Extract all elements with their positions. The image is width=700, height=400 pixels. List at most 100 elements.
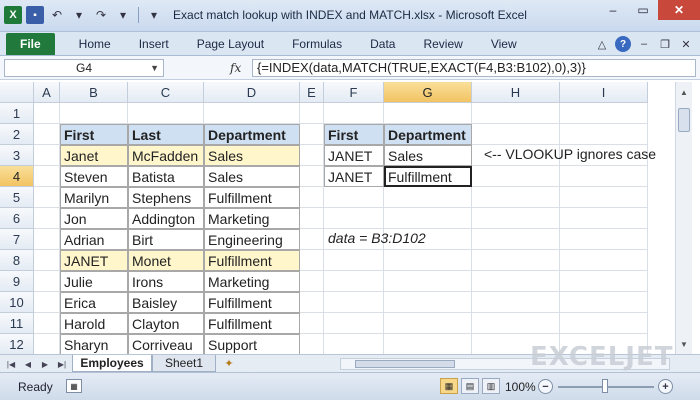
cell[interactable]	[324, 103, 384, 124]
cell[interactable]	[300, 271, 324, 292]
lookup-cell[interactable]: JANET	[324, 166, 384, 187]
scroll-down-icon[interactable]: ▼	[676, 336, 692, 352]
column-header-h[interactable]: H	[472, 82, 560, 103]
chevron-down-icon[interactable]: ▼	[150, 63, 159, 73]
row-header-7[interactable]: 7	[0, 229, 34, 250]
tab-home[interactable]: Home	[65, 33, 125, 55]
column-header-a[interactable]: A	[34, 82, 60, 103]
row-header-8[interactable]: 8	[0, 250, 34, 271]
cell[interactable]	[560, 166, 648, 187]
cell[interactable]	[560, 124, 648, 145]
cell[interactable]	[472, 124, 560, 145]
cell[interactable]	[324, 271, 384, 292]
next-sheet-icon[interactable]: ▶	[38, 357, 52, 371]
cell[interactable]	[560, 229, 648, 250]
maximize-icon[interactable]: ▭	[628, 0, 658, 20]
row-header-11[interactable]: 11	[0, 313, 34, 334]
undo-icon[interactable]: ↶	[48, 6, 66, 24]
close-icon[interactable]: ✕	[658, 0, 700, 20]
cell[interactable]	[324, 334, 384, 355]
table-cell[interactable]: Fulfillment	[204, 292, 300, 313]
cell[interactable]	[300, 187, 324, 208]
tab-page-layout[interactable]: Page Layout	[183, 33, 278, 55]
column-header-c[interactable]: C	[128, 82, 204, 103]
cell[interactable]	[384, 271, 472, 292]
prev-sheet-icon[interactable]: ◀	[21, 357, 35, 371]
cell[interactable]	[34, 103, 60, 124]
table-cell[interactable]: Clayton	[128, 313, 204, 334]
cell[interactable]	[34, 229, 60, 250]
cell[interactable]	[300, 208, 324, 229]
table-cell[interactable]: Marketing	[204, 271, 300, 292]
cell[interactable]	[472, 292, 560, 313]
excel-logo-icon[interactable]: X	[4, 6, 22, 24]
cell[interactable]	[384, 292, 472, 313]
table-cell[interactable]: Sales	[204, 166, 300, 187]
workbook-minimize-icon[interactable]: –	[636, 36, 652, 52]
cell[interactable]	[560, 103, 648, 124]
cell[interactable]	[324, 250, 384, 271]
cell[interactable]	[34, 208, 60, 229]
workbook-close-icon[interactable]: ✕	[678, 36, 694, 52]
vertical-scrollbar[interactable]: ▲ ▼	[675, 82, 692, 354]
employee-table-header[interactable]: Last	[128, 124, 204, 145]
cell[interactable]	[60, 103, 128, 124]
cell[interactable]	[300, 124, 324, 145]
cell[interactable]	[300, 313, 324, 334]
cell[interactable]	[300, 292, 324, 313]
cell[interactable]	[472, 229, 560, 250]
undo-dropdown-icon[interactable]: ▾	[70, 6, 88, 24]
insert-sheet-icon[interactable]: ✦	[220, 356, 238, 371]
cell[interactable]	[300, 334, 324, 355]
workbook-restore-icon[interactable]: ❐	[657, 36, 673, 52]
cell[interactable]	[384, 250, 472, 271]
table-cell[interactable]: Monet	[128, 250, 204, 271]
cell[interactable]	[34, 313, 60, 334]
cell[interactable]	[384, 334, 472, 355]
table-cell[interactable]: Fulfillment	[204, 187, 300, 208]
table-cell[interactable]: Fulfillment	[204, 250, 300, 271]
vertical-scroll-thumb[interactable]	[678, 108, 690, 132]
cell[interactable]	[34, 334, 60, 355]
sheet-tab-sheet1[interactable]: Sheet1	[152, 355, 216, 372]
table-cell[interactable]: Janet	[60, 145, 128, 166]
employee-table-header[interactable]: Department	[204, 124, 300, 145]
zoom-slider-thumb[interactable]	[602, 379, 608, 393]
cell[interactable]	[300, 229, 324, 250]
cell[interactable]	[300, 250, 324, 271]
cell[interactable]	[560, 271, 648, 292]
table-cell[interactable]: Batista	[128, 166, 204, 187]
cell[interactable]	[560, 250, 648, 271]
cell[interactable]	[472, 250, 560, 271]
cell[interactable]	[324, 208, 384, 229]
row-header-3[interactable]: 3	[0, 145, 34, 166]
cell[interactable]	[384, 187, 472, 208]
cell[interactable]	[560, 187, 648, 208]
column-header-f[interactable]: F	[324, 82, 384, 103]
table-cell[interactable]: Fulfillment	[204, 313, 300, 334]
cell[interactable]	[300, 145, 324, 166]
help-icon[interactable]: ?	[615, 36, 631, 52]
cell[interactable]	[324, 187, 384, 208]
cell[interactable]	[560, 208, 648, 229]
row-header-6[interactable]: 6	[0, 208, 34, 229]
tab-insert[interactable]: Insert	[125, 33, 183, 55]
cell[interactable]	[472, 208, 560, 229]
lookup-table-header[interactable]: First	[324, 124, 384, 145]
redo-icon[interactable]: ↷	[92, 6, 110, 24]
lookup-table-header[interactable]: Department	[384, 124, 472, 145]
cell[interactable]	[34, 271, 60, 292]
table-cell[interactable]: Baisley	[128, 292, 204, 313]
cell[interactable]	[34, 145, 60, 166]
table-cell[interactable]: Corriveau	[128, 334, 204, 355]
row-header-4[interactable]: 4	[0, 166, 34, 187]
table-cell[interactable]: Stephens	[128, 187, 204, 208]
minimize-ribbon-icon[interactable]: △	[594, 36, 610, 52]
tab-view[interactable]: View	[477, 33, 531, 55]
table-cell[interactable]: Irons	[128, 271, 204, 292]
table-cell[interactable]: Jon	[60, 208, 128, 229]
sheet-tab-employees[interactable]: Employees	[72, 355, 152, 372]
row-header-2[interactable]: 2	[0, 124, 34, 145]
table-cell[interactable]: Erica	[60, 292, 128, 313]
table-cell[interactable]: Marketing	[204, 208, 300, 229]
